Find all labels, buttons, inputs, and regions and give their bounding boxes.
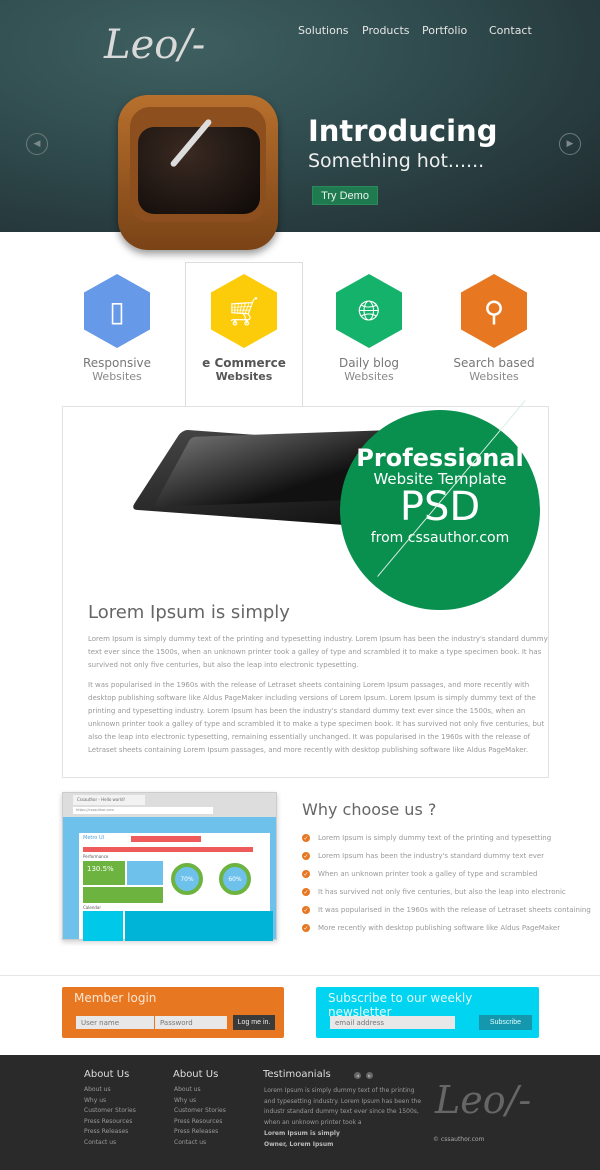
badge-line: from cssauthor.com (370, 530, 510, 546)
feature-subtitle: Websites (215, 370, 273, 383)
testimonial-role: Owner, Lorem Ipsum (264, 1141, 334, 1148)
calendar-label: Calendar (83, 905, 101, 910)
perf-label: Performance (83, 854, 109, 859)
tablet-icon: ▯ (84, 274, 150, 348)
footer-links: About us Why us Customer Stories Press Reso… (174, 1085, 226, 1148)
list-item: ✓ It has survived not only five centuries… (302, 888, 566, 896)
hero-subtitle: Something hot...... (308, 150, 485, 172)
footer-link[interactable]: Contact us (174, 1138, 226, 1149)
check-icon: ✓ (302, 888, 310, 896)
login-title: Member login (74, 991, 157, 1005)
browser-screenshot: Cssauthor - Hello world! https://cssauth… (62, 792, 277, 941)
check-icon: ✓ (302, 906, 310, 914)
feature-subtitle: Websites (344, 370, 394, 383)
email-input[interactable] (330, 1016, 455, 1029)
why-heading: Why choose us ? (302, 800, 437, 819)
hero-title: Introducing (308, 114, 498, 148)
footer-logo: Leo/- (435, 1078, 532, 1122)
list-text: It was popularised in the 1960s with the… (318, 906, 591, 914)
footer-link[interactable]: Why us (84, 1096, 136, 1107)
cart-icon: 🛒︎ (211, 274, 277, 348)
tab-responsive[interactable]: ▯ Responsive Websites (57, 274, 177, 383)
copyright: © cssauthor.com (433, 1136, 485, 1143)
badge-line: PSD (399, 484, 481, 530)
list-item: ✓ Lorem Ipsum has been the industry's sta… (302, 852, 544, 860)
footer-heading: Testimoanials (263, 1069, 331, 1080)
footer-link[interactable]: About us (84, 1085, 136, 1096)
list-text: Lorem Ipsum is simply dummy text of the … (318, 834, 552, 842)
footer-link[interactable]: Customer Stories (174, 1106, 226, 1117)
nav-portfolio[interactable]: Portfolio (422, 24, 467, 37)
list-text: Lorem Ipsum has been the industry's stan… (318, 852, 545, 860)
nav-products[interactable]: Products (362, 24, 410, 37)
search-icon: ⚲ (461, 274, 527, 348)
tab-ecommerce[interactable]: 🛒︎ e Commerce Websites (184, 274, 304, 383)
list-text: It has survived not only five centuries,… (318, 888, 566, 896)
next-slide-icon[interactable]: ▶ (559, 133, 581, 155)
subscribe-button[interactable]: Subscribe (479, 1015, 532, 1030)
footer-link[interactable]: Press Releases (84, 1127, 136, 1138)
globe-icon: 🌐︎ (336, 274, 402, 348)
feature-subtitle: Websites (469, 370, 519, 383)
member-login-box: Member login Log me in. (62, 987, 284, 1038)
list-text: More recently with desktop publishing so… (318, 924, 561, 932)
footer-link[interactable]: Press Releases (174, 1127, 226, 1138)
username-input[interactable] (76, 1016, 154, 1029)
list-item: ✓ When an unknown printer took a galley o… (302, 870, 537, 878)
browser-tab: Cssauthor - Hello world! (73, 795, 145, 805)
check-icon: ✓ (302, 924, 310, 932)
nav-solutions[interactable]: Solutions (298, 24, 349, 37)
list-item: ✓ It was popularised in the 1960s with th… (302, 906, 591, 914)
check-icon: ✓ (302, 852, 310, 860)
next-testimonial-icon[interactable]: ▶ (366, 1072, 373, 1079)
nav-contact[interactable]: Contact (489, 24, 532, 37)
content-heading: Lorem Ipsum is simply (88, 602, 290, 623)
feature-title: e Commerce (202, 356, 286, 370)
feature-title: Daily blog (338, 356, 400, 370)
tab-search-based[interactable]: ⚲ Search based Websites (434, 274, 554, 383)
list-item: ✓ Lorem Ipsum is simply dummy text of the… (302, 834, 551, 842)
divider (0, 975, 600, 976)
footer-link[interactable]: About us (174, 1085, 226, 1096)
footer-link[interactable]: Why us (174, 1096, 226, 1107)
psd-badge: Professional Website Template PSD from c… (340, 410, 540, 610)
prev-slide-icon[interactable]: ◀ (26, 133, 48, 155)
footer-link[interactable]: Customer Stories (84, 1106, 136, 1117)
testimonial-text: Lorem Ipsum is simply dummy text of the … (264, 1087, 422, 1126)
tab-daily-blog[interactable]: 🌐︎ Daily blog Websites (309, 274, 429, 383)
content-paragraph: It was popularised in the 1960s with the… (88, 681, 545, 754)
badge-line: Professional (356, 444, 524, 472)
donut-chart: 70% (171, 863, 203, 895)
footer-heading: About Us (173, 1069, 219, 1080)
footer-link[interactable]: Press Resources (174, 1117, 226, 1128)
footer-link[interactable]: Press Resources (84, 1117, 136, 1128)
dashboard-preview: Metro UI Performance 130.5% 70% 60% Cale… (79, 833, 273, 941)
try-demo-button[interactable]: Try Demo (312, 186, 378, 205)
password-input[interactable] (155, 1016, 227, 1029)
check-icon: ✓ (302, 870, 310, 878)
prev-testimonial-icon[interactable]: ◀ (354, 1072, 361, 1079)
list-text: When an unknown printer took a galley of… (318, 870, 538, 878)
feature-subtitle: Websites (92, 370, 142, 383)
footer-heading: About Us (84, 1069, 130, 1080)
check-icon: ✓ (302, 834, 310, 842)
coffee-app-icon (118, 95, 278, 250)
testimonial-author: Lorem Ipsum is simply (264, 1130, 340, 1137)
feature-title: Search based (453, 356, 535, 370)
content-paragraph: Lorem Ipsum is simply dummy text of the … (88, 635, 548, 669)
feature-title: Responsive (82, 356, 152, 370)
list-item: ✓ More recently with desktop publishing s… (302, 924, 560, 932)
app-name: Metro UI (83, 835, 105, 841)
footer-links: About us Why us Customer Stories Press Reso… (84, 1085, 136, 1148)
login-button[interactable]: Log me in. (233, 1015, 275, 1030)
footer-link[interactable]: Contact us (84, 1138, 136, 1149)
newsletter-box: Subscribe to our weekly newsletter Subsc… (316, 987, 539, 1038)
browser-url: https://cssauthor.com (73, 807, 213, 814)
perf-value: 130.5% (83, 861, 125, 885)
logo[interactable]: Leo/- (104, 22, 205, 68)
donut-chart: 60% (219, 863, 251, 895)
